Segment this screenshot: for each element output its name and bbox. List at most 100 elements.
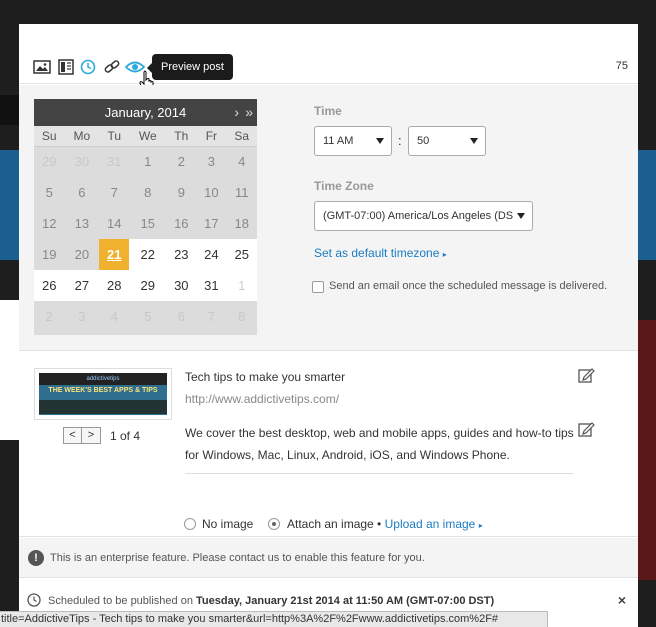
calendar-day-outside-month[interactable]: 30: [65, 146, 100, 177]
attach-image-option: Attach an image • Upload an image ▸: [287, 517, 483, 531]
email-checkbox[interactable]: [312, 281, 324, 293]
calendar-day-past[interactable]: 18: [226, 208, 257, 239]
calendar-day-past[interactable]: 10: [196, 177, 226, 208]
thumbnail-pager: < > 1 of 4: [63, 427, 140, 444]
timezone-select[interactable]: (GMT-07:00) America/Los Angeles (DS: [314, 201, 533, 231]
calendar-day-past[interactable]: 2: [166, 146, 196, 177]
calendar-day-past[interactable]: 8: [129, 177, 166, 208]
calendar-day-outside-month[interactable]: 29: [34, 146, 65, 177]
calendar-day-outside-month[interactable]: 31: [99, 146, 129, 177]
enterprise-notice-text: This is an enterprise feature. Please co…: [50, 552, 425, 564]
calendar-day-past[interactable]: 20: [65, 239, 100, 270]
weekday-header: Su: [34, 126, 65, 147]
next-month-icon[interactable]: ›: [234, 99, 239, 126]
calendar-day-past[interactable]: 15: [129, 208, 166, 239]
image-icon[interactable]: [33, 59, 51, 75]
composer-toolbar: Preview post 75: [19, 24, 638, 93]
calendar-day-outside-month[interactable]: 3: [65, 301, 100, 332]
calendar-day[interactable]: 28: [99, 270, 130, 301]
preview-thumbnail[interactable]: addictivetips THE WEEK'S BEST APPS & TIP…: [34, 368, 172, 420]
minute-select[interactable]: 50: [408, 126, 486, 156]
bg-side-image: [638, 320, 656, 580]
thumbnail-headline: THE WEEK'S BEST APPS & TIPS: [48, 387, 158, 394]
bg-nav-strip: [0, 95, 19, 125]
preview-title[interactable]: Tech tips to make you smarter: [185, 370, 345, 384]
layout-icon[interactable]: [57, 59, 75, 75]
set-default-timezone-link[interactable]: Set as default timezone ▸: [314, 246, 447, 260]
minute-value: 50: [417, 135, 430, 147]
calendar-day[interactable]: 31: [196, 270, 227, 301]
calendar-day-outside-month[interactable]: 2: [34, 301, 65, 332]
calendar-day-outside-month[interactable]: 7: [196, 301, 226, 332]
link-preview: addictivetips THE WEEK'S BEST APPS & TIP…: [19, 351, 638, 537]
clock-icon[interactable]: [79, 59, 97, 75]
browser-status-bar: title=AddictiveTips - Tech tips to make …: [0, 611, 548, 627]
weekday-header: Th: [166, 126, 197, 147]
calendar-day-outside-month[interactable]: 1: [226, 270, 257, 301]
edit-description-icon[interactable]: [578, 421, 595, 437]
no-image-label: No image: [202, 517, 254, 531]
calendar-day-past[interactable]: 13: [65, 208, 100, 239]
attach-image-radio[interactable]: [268, 518, 280, 530]
calendar-day-outside-month[interactable]: 5: [129, 301, 166, 332]
calendar-day-past[interactable]: 4: [226, 146, 257, 177]
calendar-day[interactable]: 22: [129, 239, 167, 270]
calendar-day[interactable]: 23: [166, 239, 197, 270]
upload-image-link[interactable]: Upload an image: [385, 517, 476, 531]
schedule-summary-text: Scheduled to be published on Tuesday, Ja…: [48, 595, 495, 607]
prev-thumbnail-button[interactable]: <: [63, 427, 82, 444]
no-image-radio[interactable]: [184, 518, 196, 530]
clock-icon: [27, 593, 41, 607]
calendar-month-title: January, 2014: [104, 105, 187, 120]
timezone-label: Time Zone: [314, 179, 374, 193]
character-count: 75: [615, 60, 628, 72]
calendar-day[interactable]: 27: [64, 270, 100, 301]
calendar-day-past[interactable]: 1: [129, 146, 166, 177]
calendar-day-outside-month[interactable]: 4: [99, 301, 129, 332]
hour-select[interactable]: 11 AM: [314, 126, 392, 156]
calendar-day-past[interactable]: 6: [65, 177, 100, 208]
calendar-day[interactable]: 26: [34, 270, 65, 301]
weekday-header: Sa: [226, 126, 257, 147]
next-thumbnail-button[interactable]: >: [82, 427, 101, 444]
calendar-day[interactable]: 29: [129, 270, 167, 301]
calendar-header: January, 2014 › »: [34, 99, 257, 126]
preview-description[interactable]: We cover the best desktop, web and mobil…: [185, 422, 575, 466]
calendar-day-past[interactable]: 7: [99, 177, 129, 208]
schedule-modal: Preview post 75 January, 2014 › » Su Mo Tu…: [19, 24, 638, 627]
calendar-day-outside-month[interactable]: 6: [166, 301, 196, 332]
chevron-down-icon: [517, 213, 525, 219]
calendar-day-past[interactable]: 9: [166, 177, 196, 208]
next-year-icon[interactable]: »: [245, 99, 253, 126]
weekday-header: We: [129, 126, 167, 147]
preview-tooltip: Preview post: [147, 54, 233, 80]
thumbnail-icons: [39, 400, 167, 414]
bg-article: [0, 300, 19, 440]
calendar-day-past[interactable]: 17: [196, 208, 226, 239]
calendar-day-past[interactable]: 16: [166, 208, 196, 239]
bg-banner: [0, 150, 19, 260]
calendar-day-past[interactable]: 12: [34, 208, 65, 239]
weekday-header: Mo: [64, 126, 100, 147]
link-icon[interactable]: [103, 59, 121, 75]
calendar-day[interactable]: 30: [166, 270, 197, 301]
weekday-header: Fr: [196, 126, 227, 147]
calendar-day-past[interactable]: 5: [34, 177, 65, 208]
preview-url: http://www.addictivetips.com/: [185, 392, 340, 406]
calendar-day-past[interactable]: 11: [226, 177, 257, 208]
time-separator: :: [398, 133, 402, 148]
close-icon[interactable]: ×: [618, 592, 626, 608]
email-checkbox-label: Send an email once the scheduled message…: [329, 280, 608, 292]
calendar-day[interactable]: 24: [196, 239, 227, 270]
hour-value: 11 AM: [323, 135, 354, 147]
schedule-section: January, 2014 › » Su Mo Tu We Th Fr Sa 29 30 31 1…: [19, 85, 638, 351]
calendar-day-past[interactable]: 3: [196, 146, 226, 177]
bg-banner-right: [638, 150, 656, 260]
calendar-day[interactable]: 25: [226, 239, 257, 270]
calendar-day-past[interactable]: 19: [34, 239, 65, 270]
edit-title-icon[interactable]: [578, 367, 595, 383]
calendar-day-past[interactable]: 14: [99, 208, 129, 239]
calendar-day-selected[interactable]: 21: [99, 239, 130, 270]
calendar-day-outside-month[interactable]: 8: [226, 301, 257, 332]
thumbnail-brand: addictivetips: [39, 373, 167, 385]
